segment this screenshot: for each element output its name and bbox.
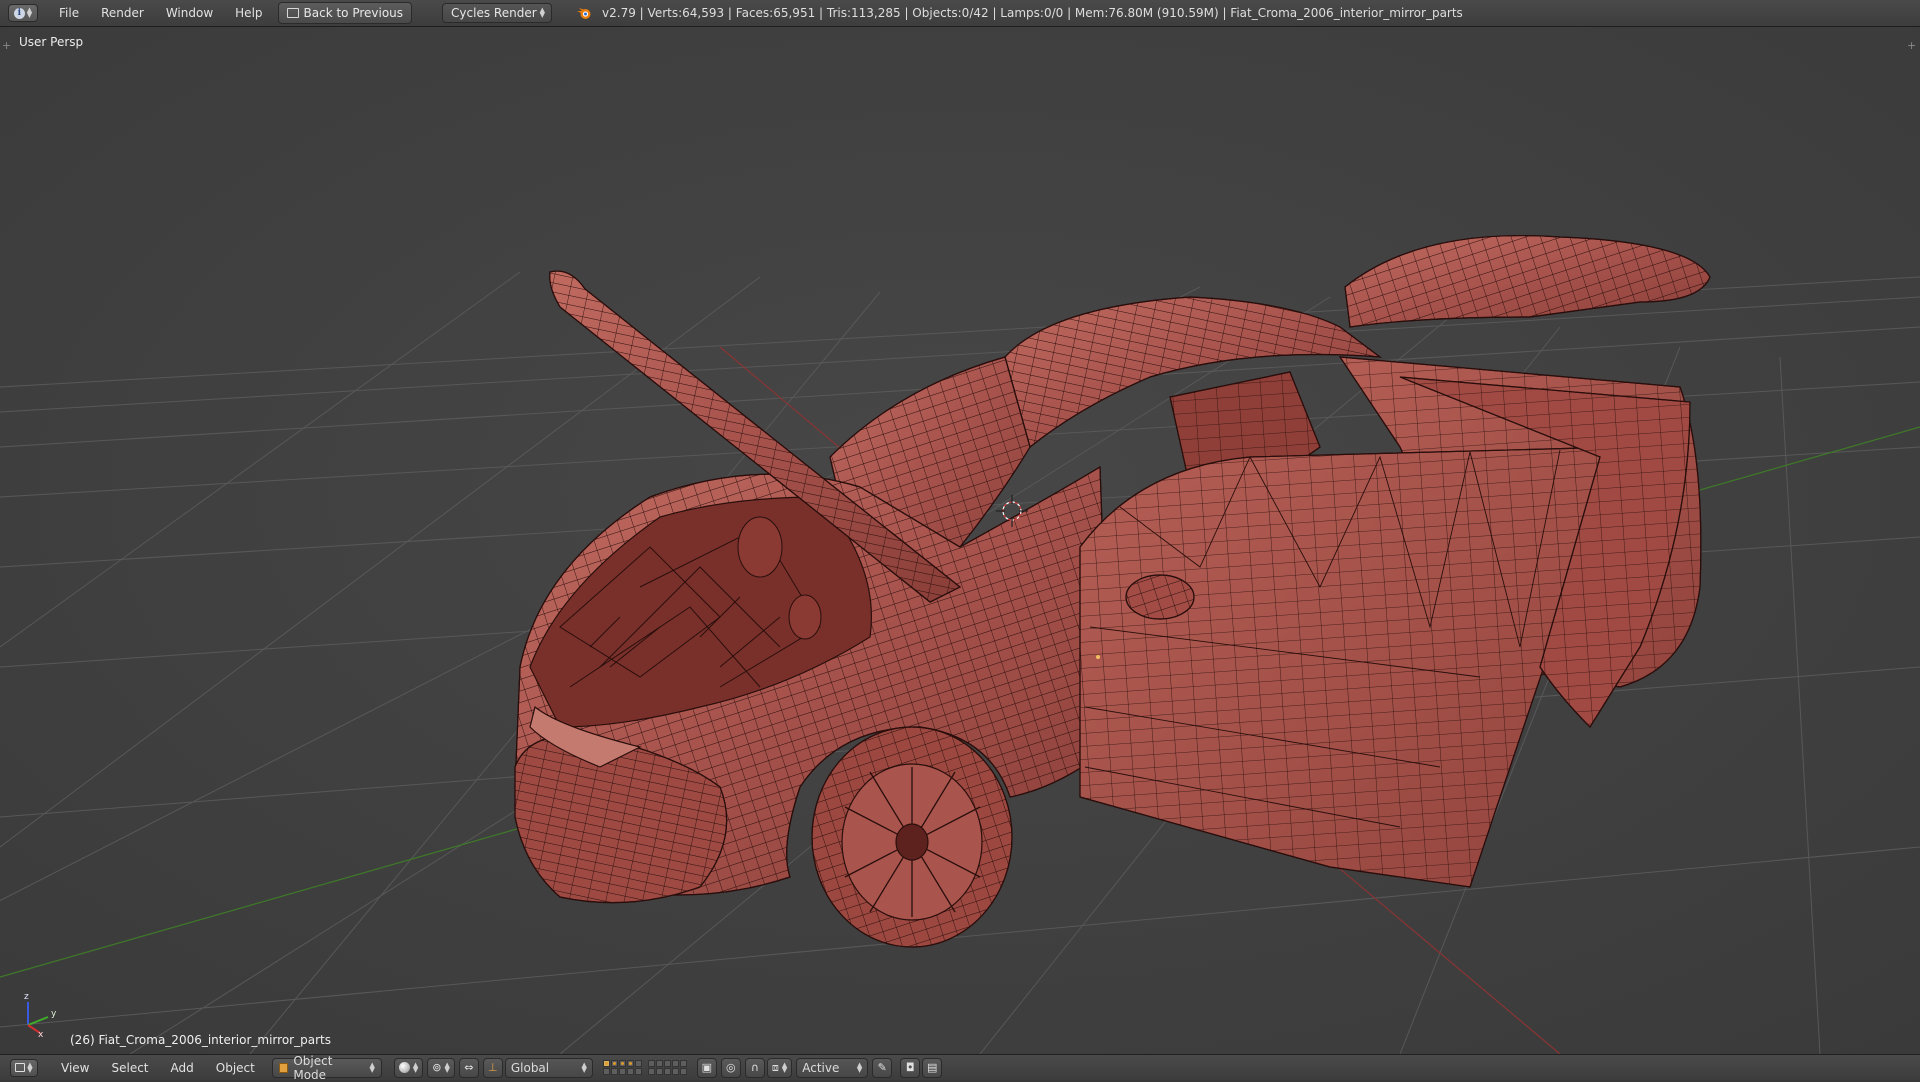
brush-icon: ✎ — [877, 1061, 887, 1074]
proportional-edit-button[interactable]: ◎ — [720, 1057, 741, 1078]
transform-orientation-value: Global — [510, 1060, 550, 1075]
menu-render[interactable]: Render — [90, 0, 155, 27]
menu-help[interactable]: Help — [224, 0, 273, 27]
3d-view-icon — [15, 1063, 26, 1072]
editor-type-button[interactable]: i ▲ ▼ — [8, 4, 38, 22]
opengl-render-animation-button[interactable]: ▤ — [922, 1057, 943, 1078]
camera-icon: ◘ — [905, 1061, 915, 1074]
snap-target-select[interactable]: Active ▲ ▼ — [796, 1057, 869, 1078]
snap-element-select[interactable]: ⧈ ▲ ▼ — [766, 1057, 793, 1078]
front-wheel — [811, 726, 1013, 948]
gizmo-x-label: x — [38, 1030, 44, 1040]
snap-element-icon: ⧈ — [771, 1060, 779, 1074]
chevron-updown-icon: ▲ ▼ — [539, 6, 546, 19]
menu-view[interactable]: View — [50, 1061, 100, 1075]
object-origin — [1096, 655, 1100, 659]
3d-view-header: ▲ ▼ View Select Add Object Object Mode ▲ ▼… — [0, 1054, 1920, 1082]
gizmo-z-label: z — [24, 992, 29, 1002]
chevron-updown-icon: ▲ ▼ — [412, 1060, 419, 1074]
chevron-updown-icon: ▲ ▼ — [781, 1060, 788, 1074]
toolshelf-toggle-icon[interactable]: + — [2, 40, 12, 51]
manipulator-toggle-button[interactable]: ⇔ — [458, 1057, 479, 1078]
3d-viewport[interactable]: z y x User Persp (26) Fiat_Croma_2006_in… — [0, 27, 1920, 1054]
menu-file[interactable]: File — [48, 0, 90, 27]
scene-layers-a[interactable] — [602, 1060, 642, 1075]
viewport-shading-select[interactable]: ▲ ▼ — [393, 1057, 424, 1078]
info-header: i ▲ ▼ File Render Window Help Back to Pre… — [0, 0, 1920, 27]
info-icon: i — [13, 7, 25, 19]
translate-manipulator-button[interactable]: ⊥ — [482, 1057, 503, 1078]
updown-arrows-icon: ▲ ▼ — [27, 1060, 33, 1074]
solid-shading-icon — [398, 1062, 410, 1073]
back-to-previous-label: Back to Previous — [303, 6, 404, 20]
clapperboard-icon: ▤ — [927, 1061, 938, 1074]
translate-icon: ⊥ — [488, 1061, 498, 1074]
chevron-updown-icon: ▲ ▼ — [581, 1060, 587, 1074]
render-preview-button[interactable]: ✎ — [872, 1057, 893, 1078]
viewport-scene — [0, 27, 1920, 1054]
chevron-updown-icon: ▲ ▼ — [856, 1060, 863, 1074]
transform-orientation-select[interactable]: Global ▲ ▼ — [504, 1057, 593, 1078]
render-engine-select[interactable]: Cycles Render ▲ ▼ — [442, 3, 553, 23]
scene-layers-b[interactable] — [647, 1060, 687, 1075]
chevron-updown-icon: ▲ ▼ — [369, 1060, 375, 1074]
interaction-mode-select[interactable]: Object Mode ▲ ▼ — [271, 1054, 382, 1082]
lock-camera-button[interactable]: ▣ — [696, 1057, 717, 1078]
editor-type-button[interactable]: ▲ ▼ — [10, 1058, 38, 1077]
magnet-icon: ∩ — [750, 1061, 759, 1074]
scene-statistics: v2.79 | Verts:64,593 | Faces:65,951 | Tr… — [602, 6, 1463, 20]
pivot-point-select[interactable]: ⊚ ▲ ▼ — [427, 1057, 455, 1078]
snap-target-value: Active — [802, 1060, 840, 1075]
back-to-previous-button[interactable]: Back to Previous — [277, 2, 413, 24]
properties-toggle-icon[interactable]: + — [1907, 40, 1917, 51]
interaction-mode-value: Object Mode — [293, 1053, 333, 1082]
render-engine-value: Cycles Render — [451, 6, 537, 20]
menu-add[interactable]: Add — [160, 1061, 205, 1075]
blender-logo-icon — [576, 5, 592, 21]
snap-toggle-button[interactable]: ∩ — [744, 1057, 765, 1078]
menu-select[interactable]: Select — [100, 1061, 159, 1075]
screen-back-icon — [286, 8, 299, 18]
chevron-updown-icon: ▲ ▼ — [444, 1060, 450, 1074]
opengl-render-image-button[interactable]: ◘ — [900, 1057, 921, 1078]
active-object-label: (26) Fiat_Croma_2006_interior_mirror_par… — [70, 1033, 331, 1047]
proportional-edit-icon: ◎ — [726, 1061, 736, 1074]
object-mode-icon — [278, 1062, 289, 1073]
menu-window[interactable]: Window — [155, 0, 224, 27]
view-perspective-label: User Persp — [19, 35, 84, 49]
menu-object[interactable]: Object — [205, 1061, 266, 1075]
layer-lock-icon: ▣ — [701, 1061, 713, 1074]
gizmo-y-label: y — [51, 1009, 57, 1019]
pivot-point-icon: ⊚ — [432, 1061, 442, 1074]
updown-arrows-icon: ▲ ▼ — [26, 6, 33, 19]
manipulator-icon: ⇔ — [464, 1061, 474, 1074]
